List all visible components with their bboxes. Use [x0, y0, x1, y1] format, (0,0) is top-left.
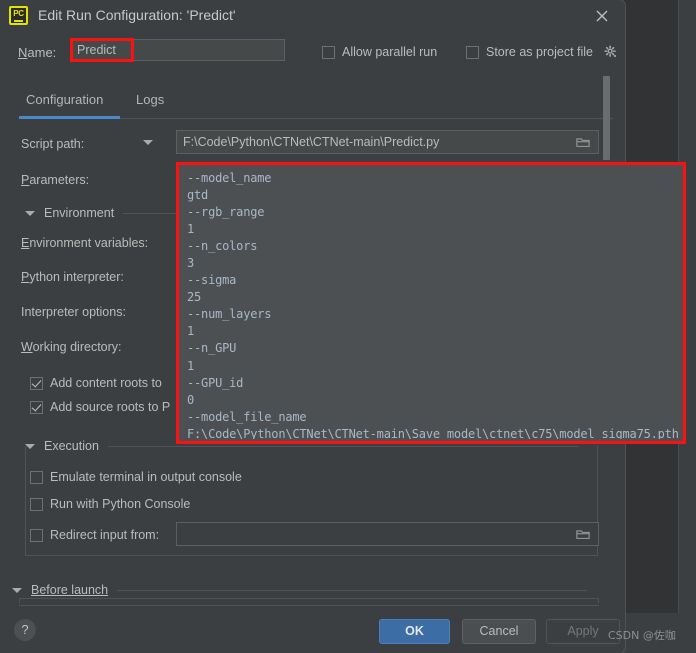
folder-icon[interactable] [576, 528, 590, 540]
section-divider [107, 445, 578, 447]
environment-variables-label: Environment variables: [21, 236, 149, 250]
add-content-roots-checkbox[interactable]: Add content roots to [30, 376, 162, 390]
checkbox-box [30, 400, 43, 414]
store-as-project-file-label: Store as project file [486, 45, 593, 59]
redirect-input-from-checkbox[interactable]: Redirect input from: [30, 528, 159, 542]
page-title: Edit Run Configuration: 'Predict' [38, 7, 236, 23]
allow-parallel-run-checkbox[interactable]: Allow parallel run [322, 45, 437, 59]
section-divider [117, 589, 588, 591]
tab-logs[interactable]: Logs [136, 92, 164, 107]
working-directory-label: Working directory: [21, 340, 122, 354]
checkbox-box [466, 45, 479, 59]
tab-configuration[interactable]: Configuration [26, 92, 103, 107]
redirect-input-from-label: Redirect input from: [50, 528, 160, 542]
before-launch-section-label: Before launch [31, 583, 109, 597]
checkbox-box [30, 528, 43, 542]
tab-active-indicator [19, 116, 120, 119]
pycharm-icon-underbar [14, 20, 23, 22]
emulate-terminal-checkbox[interactable]: Emulate terminal in output console [30, 470, 242, 484]
name-input[interactable] [71, 39, 285, 61]
python-interpreter-label: Python interpreter: [21, 270, 124, 284]
environment-section-label: Environment [44, 206, 115, 220]
parameters-input[interactable]: --model_name gtd --rgb_range 1 --n_color… [187, 170, 679, 439]
pycharm-icon-text: PC [13, 9, 24, 18]
add-source-roots-checkbox[interactable]: Add source roots to P [30, 400, 170, 414]
run-with-python-console-label: Run with Python Console [50, 497, 191, 511]
cancel-button[interactable]: Cancel [462, 619, 536, 644]
store-as-project-file-checkbox[interactable]: Store as project file [466, 45, 593, 59]
folder-icon[interactable] [576, 136, 590, 148]
interpreter-options-label: Interpreter options: [21, 305, 126, 319]
checkbox-box [30, 497, 43, 511]
scrollbar-thumb[interactable] [603, 76, 610, 160]
redirect-input-field[interactable] [176, 522, 599, 546]
watermark: CSDN @佐咖 [608, 629, 676, 642]
chevron-down-icon [12, 587, 22, 593]
chevron-down-icon [25, 443, 35, 449]
before-launch-table [19, 598, 599, 603]
gear-icon[interactable] [604, 45, 618, 59]
run-with-python-console-checkbox[interactable]: Run with Python Console [30, 497, 190, 511]
pycharm-icon: PC [9, 6, 28, 25]
checkbox-box [30, 376, 43, 390]
tab-bar: Configuration Logs [0, 92, 613, 120]
chevron-down-icon[interactable] [143, 140, 153, 145]
parameters-field-highlight: --model_name gtd --rgb_range 1 --n_color… [176, 162, 686, 444]
name-field-label: Name: [18, 45, 57, 60]
dialog-titlebar: PC Edit Run Configuration: 'Predict' [0, 0, 625, 32]
dialog-footer-divider [19, 605, 599, 606]
script-path-label: Script path: [21, 137, 85, 151]
execution-section-label: Execution [44, 439, 99, 453]
chevron-down-icon [25, 210, 35, 216]
help-button[interactable]: ? [14, 619, 36, 641]
add-content-roots-label: Add content roots to [50, 376, 162, 390]
ok-button[interactable]: OK [379, 619, 450, 644]
close-icon[interactable] [593, 7, 611, 25]
emulate-terminal-label: Emulate terminal in output console [50, 470, 242, 484]
before-launch-section-header[interactable]: Before launch [12, 583, 612, 597]
parameters-label: Parameters: [21, 173, 90, 187]
allow-parallel-run-label: Allow parallel run [342, 45, 438, 59]
add-source-roots-label: Add source roots to P [50, 400, 171, 414]
checkbox-box [322, 45, 335, 59]
script-path-input[interactable] [176, 130, 599, 154]
checkbox-box [30, 470, 43, 484]
